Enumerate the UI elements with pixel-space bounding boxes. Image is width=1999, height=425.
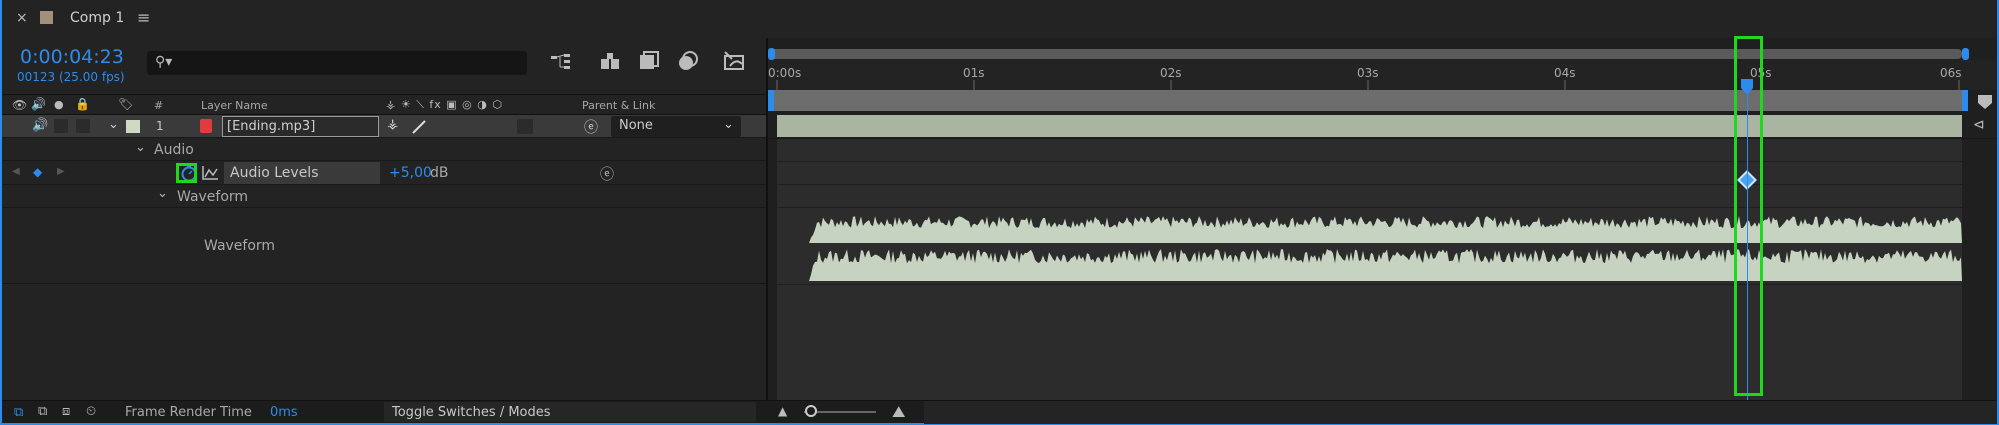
waveform-group-label[interactable]: Waveform: [177, 189, 248, 205]
layer-row[interactable]: 🔊 ⌄ 1 [Ending.mp3] ⚶ ⓔ None ⌄: [2, 115, 766, 138]
solo-box[interactable]: [54, 119, 68, 133]
timeline-graph: 0:00s 01s 02s 03s 04s 05s 06s ⊲ I: [768, 36, 1997, 400]
layer-duration-bar[interactable]: [777, 115, 1962, 137]
graph-editor-icon[interactable]: [202, 165, 219, 180]
column-header: 👁 🔊 ● 🔒 🏷 # Layer Name ⚶ ☀ ⟍ fx ▣ ◎ ◑ ⬡ …: [2, 94, 766, 115]
comp-color-swatch: [40, 11, 53, 24]
navigator-end-handle[interactable]: [1962, 48, 1969, 60]
composition-toggle-icon[interactable]: ⧉: [14, 405, 23, 420]
ruler-tick-label: 01s: [963, 66, 985, 80]
hide-shy-layers-icon[interactable]: [638, 51, 660, 71]
work-area-end[interactable]: [1962, 90, 1968, 111]
audio-levels-unit: dB: [430, 165, 449, 181]
audio-levels-row[interactable]: ◀ ◆ ▶ Audio Levels +5,00 dB ⓔ: [2, 161, 766, 185]
navigator-start-handle[interactable]: [768, 48, 775, 60]
draft-3d-icon[interactable]: [599, 51, 621, 71]
prev-keyframe-icon[interactable]: ◀: [12, 166, 20, 177]
timeline-scrollbar[interactable]: [924, 401, 1997, 424]
highlight-playhead-box: [1734, 36, 1763, 396]
frame-render-time-value: 0ms: [270, 405, 298, 420]
frame-blending-icon[interactable]: [676, 50, 700, 72]
audio-levels-value[interactable]: +5,00: [389, 165, 432, 181]
work-area-start[interactable]: [768, 90, 774, 111]
audio-switch-icon[interactable]: 🔊: [31, 97, 46, 111]
waveform-group-row[interactable]: ⌄ Waveform: [2, 185, 766, 208]
next-keyframe-icon[interactable]: ▶: [57, 166, 65, 177]
search-icon: ⚲▾: [155, 54, 173, 70]
tab-menu-icon[interactable]: ≡: [137, 8, 150, 27]
motion-blur-icon[interactable]: [722, 50, 746, 72]
comp-marker-bin-icon[interactable]: [1977, 94, 1993, 110]
render-time-icon[interactable]: ⏲: [86, 404, 96, 419]
column-parent-link[interactable]: Parent & Link: [582, 99, 655, 112]
lock-switch-icon[interactable]: 🔒: [75, 97, 90, 111]
waveform-row: Waveform: [2, 208, 766, 284]
ruler-tick-label: 02s: [1160, 66, 1182, 80]
column-hash: #: [154, 99, 164, 112]
layer-label-color[interactable]: [126, 120, 140, 133]
column-layer-name[interactable]: Layer Name: [201, 99, 268, 112]
comp-mini-flowchart-icon[interactable]: [550, 53, 572, 71]
toggle-switches-modes-button[interactable]: Toggle Switches / Modes: [384, 402, 756, 422]
layer-end-icon: ⊲: [1973, 117, 1985, 133]
audio-group-label[interactable]: Audio: [154, 142, 194, 158]
current-timecode[interactable]: 0:00:04:23: [20, 46, 124, 68]
audio-enabled-icon[interactable]: 🔊: [32, 118, 48, 133]
expand-chevron-icon[interactable]: ⌄: [108, 117, 119, 132]
transfer-controls-icon[interactable]: ⧈: [62, 404, 70, 419]
solo-switch-icon[interactable]: ●: [54, 98, 64, 111]
audio-waveform: [809, 216, 1962, 281]
timeline-header: 0:00:04:23 00123 (25.00 fps) ⚲▾: [2, 38, 766, 94]
parent-value: None: [619, 118, 653, 133]
layer-name[interactable]: [Ending.mp3]: [227, 119, 315, 134]
ruler-tick-label: 06s: [1940, 66, 1962, 80]
lock-box[interactable]: [76, 119, 90, 133]
frame-count: 00123 (25.00 fps): [17, 70, 125, 84]
close-tab-button[interactable]: ×: [16, 10, 28, 26]
ruler-tick-label: 0:00s: [768, 66, 802, 80]
time-navigator[interactable]: [770, 49, 1962, 59]
quality-switch-icon[interactable]: [409, 117, 431, 136]
parent-dropdown[interactable]: None ⌄: [611, 116, 741, 137]
label-tag-icon[interactable]: 🏷: [118, 97, 133, 111]
collapse-chevron-icon[interactable]: ⌄: [135, 140, 146, 155]
audio-group-row[interactable]: ⌄ Audio: [2, 139, 766, 161]
collapse-chevron-icon[interactable]: ⌄: [157, 186, 168, 201]
tab-bar: × Comp 1 ≡: [2, 0, 1997, 38]
toggle-switches-modes-label: Toggle Switches / Modes: [392, 405, 551, 420]
layer-outline: 🔊 ⌄ 1 [Ending.mp3] ⚶ ⓔ None ⌄ ⌄ Audio ◀ …: [2, 115, 766, 400]
expression-pickwhip-icon[interactable]: ⓔ: [600, 164, 614, 184]
zoom-in-icon[interactable]: ⛰: [892, 402, 905, 422]
frame-render-time-label: Frame Render Time: [125, 405, 252, 420]
empty-track: [777, 285, 1962, 400]
chevron-down-icon: ⌄: [723, 117, 734, 132]
audio-levels-label: Audio Levels: [230, 165, 319, 181]
waveform-group-track: [777, 185, 1962, 207]
ruler-ticks: [776, 80, 1960, 90]
adjustment-switch-box[interactable]: [517, 119, 533, 134]
ruler-tick-label: 04s: [1554, 66, 1576, 80]
waveform-label: Waveform: [204, 238, 276, 254]
audio-levels-property[interactable]: Audio Levels: [224, 162, 380, 184]
audio-file-icon: [200, 119, 212, 133]
comp-tab-title[interactable]: Comp 1: [70, 10, 124, 26]
work-area-bar[interactable]: [772, 90, 1962, 111]
layer-switches-icon[interactable]: ⧉: [38, 404, 47, 419]
shy-switch-icon[interactable]: ⚶: [387, 117, 398, 132]
layer-name-field[interactable]: [Ending.mp3]: [222, 116, 379, 137]
ruler-tick-label: 03s: [1357, 66, 1379, 80]
zoom-slider-thumb[interactable]: [805, 405, 817, 417]
status-bar: ⧉ ⧉ ⧈ ⏲ Frame Render Time 0ms Toggle Swi…: [2, 400, 1997, 424]
add-keyframe-icon[interactable]: ◆: [33, 165, 42, 179]
audio-group-track: [777, 139, 1962, 161]
switches-icons[interactable]: ⚶ ☀ ⟍ fx ▣ ◎ ◑ ⬡: [386, 98, 503, 112]
search-input[interactable]: ⚲▾: [147, 51, 527, 75]
time-ruler[interactable]: 0:00s 01s 02s 03s 04s 05s 06s: [768, 60, 1997, 90]
pick-whip-icon[interactable]: ⓔ: [584, 117, 598, 137]
audio-levels-track: [777, 162, 1962, 184]
highlight-stopwatch-box: [176, 163, 197, 183]
zoom-out-icon[interactable]: ▲: [778, 404, 787, 418]
video-switch-icon[interactable]: 👁: [12, 98, 27, 112]
layer-number: 1: [156, 119, 164, 133]
